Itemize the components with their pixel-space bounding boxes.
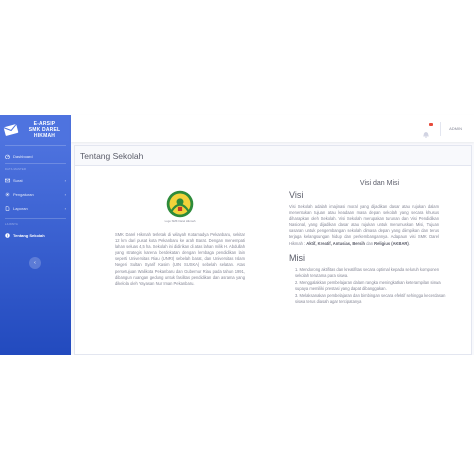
file-icon [5, 205, 10, 211]
misi-heading: Misi [289, 252, 305, 263]
school-description: SMK Darel Hikmah terletak di wilayah Kot… [115, 232, 245, 286]
bell-icon [423, 131, 429, 138]
sidebar-item-dashboard[interactable]: Dashboard [0, 149, 71, 163]
card-body: Logo SMK Darel Hikmah SMK Darel Hikmah t… [75, 166, 471, 306]
sidebar-brand[interactable]: E-ARSIP SMK DAREL HIKMAH [0, 115, 71, 145]
topbar-divider [440, 121, 442, 136]
vision-mission: Visi dan Misi Visi Visi Sekolah adalah i… [285, 178, 470, 306]
sidebar-heading-master: DATA MASTER [5, 168, 27, 171]
list-item: 1. Mendorong aktifitas dan kreatifitas s… [295, 266, 440, 278]
visi-heading: Visi [289, 190, 304, 200]
visi-text: Visi Sekolah adalah imajinasi moral yang… [289, 204, 439, 246]
brand-name: E-ARSIP SMK DAREL HIKMAH [28, 121, 61, 139]
notification-badge [429, 122, 434, 126]
section-title: Visi dan Misi [359, 180, 400, 187]
about-card: Tentang Sekolah Logo SMK Darel Hikmah SM… [74, 145, 472, 355]
dashboard-icon [5, 154, 10, 159]
notification-button[interactable] [422, 122, 434, 138]
sidebar-heading-lainnya: LAINNYA [5, 223, 19, 226]
user-name[interactable]: ADMIN [449, 126, 462, 131]
sidebar: E-ARSIP SMK DAREL HIKMAH Dashboard DATA … [0, 115, 71, 355]
info-circle-icon [5, 232, 10, 238]
app-window: E-ARSIP SMK DAREL HIKMAH Dashboard DATA … [0, 115, 474, 355]
chevron-left-icon: ‹ [34, 260, 36, 266]
school-logo [166, 190, 194, 218]
envelope-icon [3, 123, 19, 136]
sidebar-item-pengaturan[interactable]: Pengaturan › [0, 187, 71, 201]
school-profile: Logo SMK Darel Hikmah SMK Darel Hikmah t… [75, 178, 285, 306]
sidebar-item-label: Surat [13, 177, 23, 183]
main-content: ADMIN Tentang Sekolah Logo SMK Darel Hik… [71, 115, 474, 355]
topbar: ADMIN [71, 115, 474, 142]
sidebar-item-laporan[interactable]: Laporan › [0, 201, 71, 215]
list-item: 3. Melaksanakan pembelajaran dan bimbing… [295, 293, 446, 305]
gear-icon [5, 192, 10, 196]
chevron-right-icon: › [64, 191, 66, 197]
chevron-right-icon: › [64, 177, 66, 183]
misi-list: 1. Mendorong aktifitas dan kreatifitas s… [289, 267, 447, 306]
chevron-right-icon: › [64, 205, 66, 211]
sidebar-item-label: Dashboard [13, 153, 33, 159]
sidebar-item-label: Tentang Sekolah [13, 232, 45, 238]
sidebar-toggle-button[interactable]: ‹ [29, 257, 41, 269]
sidebar-item-surat[interactable]: Surat › [0, 173, 71, 187]
logo-caption: Logo SMK Darel Hikmah [164, 219, 196, 223]
sidebar-item-label: Pengaturan [13, 191, 34, 197]
sidebar-divider [5, 145, 66, 146]
envelope-icon [5, 178, 10, 182]
page-title: Tentang Sekolah [75, 146, 471, 166]
sidebar-item-label: Laporan [13, 205, 28, 211]
sidebar-item-tentang-sekolah[interactable]: Tentang Sekolah [0, 228, 71, 242]
list-item: 2. Menggalakkan pembelajaran dalam rangk… [295, 279, 441, 291]
